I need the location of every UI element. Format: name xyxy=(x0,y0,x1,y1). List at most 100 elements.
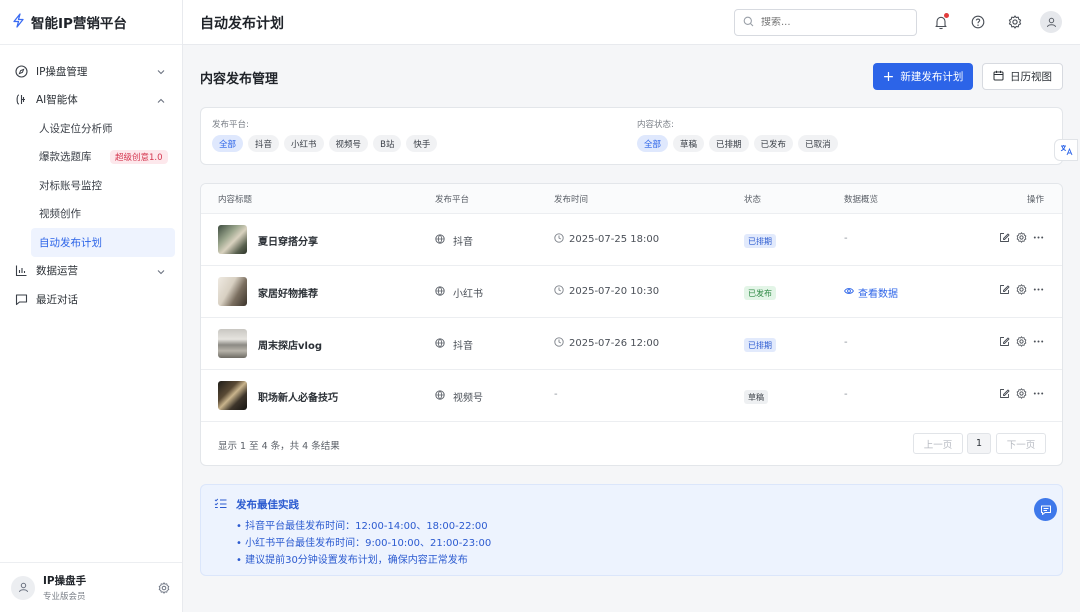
status-chip-scheduled[interactable]: 已排期 xyxy=(709,135,749,152)
content-thumbnail xyxy=(218,381,247,410)
sidebar-subitem-video-creation[interactable]: 视频创作 xyxy=(0,200,175,229)
sidebar-item-label: IP操盘管理 xyxy=(36,65,88,78)
data-overview: - xyxy=(844,337,848,348)
edit-icon[interactable] xyxy=(999,336,1010,347)
content-thumbnail xyxy=(218,277,247,306)
publish-time: 2025-07-26 12:00 xyxy=(569,338,660,349)
sidebar-subitem-label: 对标账号监控 xyxy=(39,179,102,192)
page-title: 自动发布计划 xyxy=(200,16,284,32)
publish-time: - xyxy=(554,389,558,400)
row-actions xyxy=(999,336,1044,347)
content-thumbnail xyxy=(218,225,247,254)
user-profile[interactable]: IP操盘手 专业版会员 xyxy=(0,562,182,612)
brand[interactable]: 智能IP营销平台 xyxy=(0,0,182,45)
more-icon[interactable] xyxy=(1033,388,1044,399)
sidebar-item-ip-management[interactable]: IP操盘管理 xyxy=(0,57,182,86)
platform-filter-label: 发布平台: xyxy=(212,120,249,130)
row-actions xyxy=(999,284,1044,295)
edit-icon[interactable] xyxy=(999,388,1010,399)
platform-chip-all[interactable]: 全部 xyxy=(212,135,244,152)
best-practice-panel: 发布最佳实践 • 抖音平台最佳发布时间：12:00-14:00、18:00-22… xyxy=(200,484,1063,576)
prev-page-button[interactable]: 上一页 xyxy=(913,433,963,454)
view-data-link[interactable]: 查看数据 xyxy=(844,285,898,300)
platform-chip-douyin[interactable]: 抖音 xyxy=(248,135,280,152)
chevron-down-icon xyxy=(156,266,166,280)
sidebar-subitem-persona-analyst[interactable]: 人设定位分析师 xyxy=(0,114,175,143)
more-icon[interactable] xyxy=(1033,336,1044,347)
user-name: IP操盘手 xyxy=(43,575,87,587)
settings-icon[interactable] xyxy=(1016,232,1027,243)
content-title[interactable]: 职场新人必备技巧 xyxy=(258,389,338,404)
column-header-data: 数据概览 xyxy=(844,195,879,205)
row-actions xyxy=(999,232,1044,243)
platform-chip-bilibili[interactable]: B站 xyxy=(373,135,402,152)
search-icon xyxy=(743,16,754,30)
compass-icon xyxy=(14,64,28,78)
notification-dot xyxy=(944,13,949,18)
more-icon[interactable] xyxy=(1033,284,1044,295)
platform-cell: 视频号 xyxy=(435,389,483,404)
gear-icon[interactable] xyxy=(158,582,170,597)
settings-icon[interactable] xyxy=(1016,336,1027,347)
sidebar-subitem-viral-topics[interactable]: 爆款选题库 超级创意1.0 xyxy=(0,143,175,172)
column-header-platform: 发布平台 xyxy=(435,195,470,205)
calendar-view-button[interactable]: 日历视图 xyxy=(982,63,1063,90)
page-number-button[interactable]: 1 xyxy=(967,433,991,454)
settings-icon[interactable] xyxy=(1016,284,1027,295)
time-cell: 2025-07-25 18:00 xyxy=(554,233,659,246)
table-row[interactable]: 周末探店vlog 抖音 2025-07-26 12:00 已排期 - xyxy=(201,318,1062,370)
notification-bell-icon[interactable] xyxy=(933,13,949,30)
table-row[interactable]: 职场新人必备技巧 视频号 - 草稿 - xyxy=(201,370,1062,422)
status-chip-cancelled[interactable]: 已取消 xyxy=(798,135,838,152)
table-row[interactable]: 家居好物推荐 小红书 2025-07-20 10:30 已发布 查看数据 xyxy=(201,266,1062,318)
search-box[interactable] xyxy=(734,9,917,36)
status-badge: 已排期 xyxy=(744,338,776,352)
globe-icon xyxy=(435,338,445,351)
search-input[interactable] xyxy=(761,17,901,28)
best-practice-title: 发布最佳实践 xyxy=(236,499,299,511)
view-data-label: 查看数据 xyxy=(858,289,898,300)
content-title[interactable]: 夏日穿搭分享 xyxy=(258,233,318,248)
new-publish-plan-button[interactable]: + 新建发布计划 xyxy=(873,63,973,90)
table-row[interactable]: 夏日穿搭分享 抖音 2025-07-25 18:00 已排期 - xyxy=(201,214,1062,266)
chat-icon xyxy=(14,292,28,306)
user-avatar-icon[interactable] xyxy=(1040,11,1062,33)
platform-chip-xiaohongshu[interactable]: 小红书 xyxy=(284,135,324,152)
edit-icon[interactable] xyxy=(999,284,1010,295)
sidebar-subitem-benchmark-monitor[interactable]: 对标账号监控 xyxy=(0,171,175,200)
chat-bubble-icon[interactable] xyxy=(1034,498,1057,521)
translate-icon[interactable] xyxy=(1054,139,1078,161)
status-chip-draft[interactable]: 草稿 xyxy=(673,135,705,152)
publish-time: 2025-07-20 10:30 xyxy=(569,286,660,297)
sidebar-subitem-label: 视频创作 xyxy=(39,208,81,221)
next-page-button[interactable]: 下一页 xyxy=(996,433,1046,454)
row-actions xyxy=(999,388,1044,399)
platform-chip-shipinhao[interactable]: 视频号 xyxy=(328,135,369,152)
status-filter-label: 内容状态: xyxy=(637,120,674,130)
content-title[interactable]: 周末探店vlog xyxy=(258,337,322,352)
sidebar-item-recent-chats[interactable]: 最近对话 xyxy=(0,285,182,314)
clock-icon xyxy=(554,337,564,350)
content-title[interactable]: 家居好物推荐 xyxy=(258,285,318,300)
sidebar-item-ai-agent[interactable]: AI智能体 xyxy=(0,86,182,115)
status-badge: 草稿 xyxy=(744,390,768,404)
status-chip-published[interactable]: 已发布 xyxy=(753,135,794,152)
tip-item: • 小红书平台最佳发布时间：9:00-10:00、21:00-23:00 xyxy=(236,538,492,549)
table-header: 内容标题 发布平台 发布时间 状态 数据概览 操作 xyxy=(201,184,1062,214)
column-header-actions: 操作 xyxy=(1027,195,1045,205)
pagination-summary: 显示 1 至 4 条，共 4 条结果 xyxy=(218,441,340,452)
status-chip-all[interactable]: 全部 xyxy=(637,135,669,152)
sidebar-subitem-label: 爆款选题库 xyxy=(39,151,92,164)
plus-icon: + xyxy=(882,68,895,85)
help-icon[interactable] xyxy=(970,14,986,30)
platform-chip-kuaishou[interactable]: 快手 xyxy=(406,135,438,152)
platform-cell: 抖音 xyxy=(435,233,473,248)
sidebar-item-data-ops[interactable]: 数据运营 xyxy=(0,257,182,286)
settings-icon[interactable] xyxy=(1007,14,1023,30)
more-icon[interactable] xyxy=(1033,232,1044,243)
sidebar-subitem-auto-publish[interactable]: 自动发布计划 xyxy=(31,228,175,257)
calendar-icon xyxy=(993,70,1004,84)
edit-icon[interactable] xyxy=(999,232,1010,243)
settings-icon[interactable] xyxy=(1016,388,1027,399)
app-name: 智能IP营销平台 xyxy=(31,16,127,32)
